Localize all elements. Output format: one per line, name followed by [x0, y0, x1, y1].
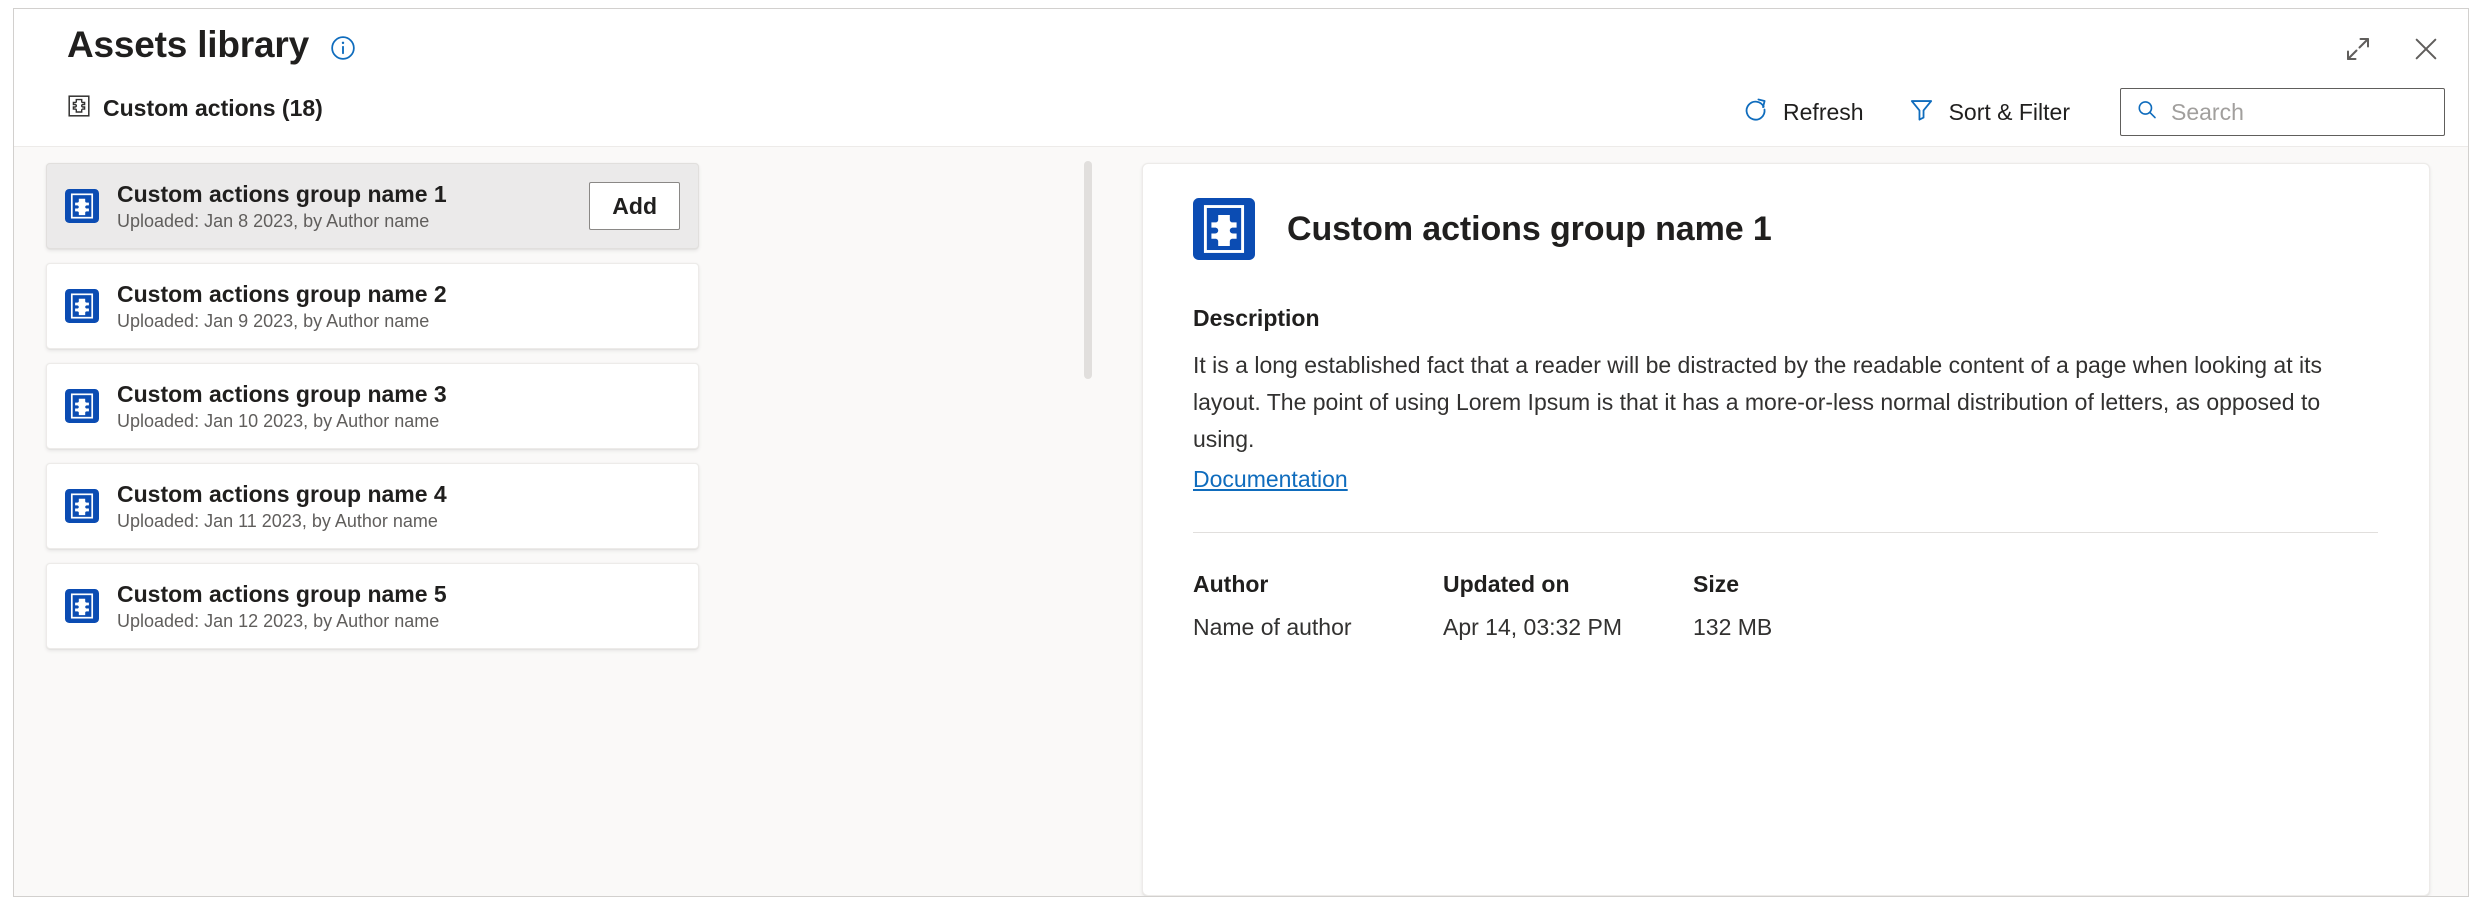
close-button[interactable]: [2404, 27, 2448, 71]
author-value: Name of author: [1193, 614, 1443, 641]
dialog-titlebar: Assets library: [14, 9, 2468, 77]
list-item[interactable]: Custom actions group name 3 Uploaded: Ja…: [46, 363, 699, 449]
list-item-meta: Uploaded: Jan 9 2023, by Author name: [117, 311, 429, 331]
detail-card: Custom actions group name 1 Description …: [1142, 163, 2430, 896]
window-controls: [2336, 27, 2448, 71]
list-item-meta: Uploaded: Jan 11 2023, by Author name: [117, 511, 438, 531]
search-input[interactable]: [2171, 99, 2467, 126]
search-icon: [2135, 98, 2159, 127]
list-item-name: Custom actions group name 2: [117, 281, 447, 307]
refresh-label: Refresh: [1783, 99, 1864, 126]
title-group: Assets library: [67, 23, 357, 67]
updated-on-label: Updated on: [1443, 571, 1693, 598]
updated-on-value: Apr 14, 03:32 PM: [1443, 614, 1693, 641]
list-item-name: Custom actions group name 4: [117, 481, 447, 507]
list-item[interactable]: Custom actions group name 4 Uploaded: Ja…: [46, 463, 699, 549]
filter-icon: [1908, 96, 1935, 129]
breadcrumb: Custom actions (18): [67, 94, 323, 123]
dialog-body: Custom actions group name 1 Uploaded: Ja…: [14, 147, 2468, 896]
expand-button[interactable]: [2336, 27, 2380, 71]
list-item[interactable]: Custom actions group name 2 Uploaded: Ja…: [46, 263, 699, 349]
list-item-text: Custom actions group name 4 Uploaded: Ja…: [117, 479, 680, 533]
detail-metadata: Author Updated on Size Name of author Ap…: [1193, 571, 2379, 641]
refresh-button[interactable]: Refresh: [1720, 88, 1886, 136]
list-item-text: Custom actions group name 1 Uploaded: Ja…: [117, 179, 589, 233]
description-text: It is a long established fact that a rea…: [1193, 347, 2353, 458]
add-button[interactable]: Add: [589, 182, 680, 230]
assets-list-pane: Custom actions group name 1 Uploaded: Ja…: [14, 147, 1127, 896]
list-item-meta: Uploaded: Jan 8 2023, by Author name: [117, 211, 429, 231]
list-item-text: Custom actions group name 2 Uploaded: Ja…: [117, 279, 680, 333]
search-box[interactable]: [2120, 88, 2445, 136]
custom-action-icon: [65, 389, 99, 423]
list-scrollbar[interactable]: [1084, 161, 1092, 815]
sort-filter-label: Sort & Filter: [1949, 99, 2070, 126]
custom-action-icon: [65, 189, 99, 223]
list-item-text: Custom actions group name 5 Uploaded: Ja…: [117, 579, 680, 633]
list-item[interactable]: Custom actions group name 5 Uploaded: Ja…: [46, 563, 699, 649]
custom-action-icon: [65, 589, 99, 623]
custom-action-icon: [65, 289, 99, 323]
toolbar: Custom actions (18) Refresh Sort: [14, 77, 2468, 147]
custom-action-icon: [1193, 198, 1255, 260]
author-label: Author: [1193, 571, 1443, 598]
refresh-icon: [1742, 96, 1769, 129]
sort-filter-button[interactable]: Sort & Filter: [1886, 88, 2092, 136]
detail-title: Custom actions group name 1: [1287, 210, 1772, 249]
info-circle-icon[interactable]: [329, 34, 357, 62]
size-value: 132 MB: [1693, 614, 1943, 641]
list-item-text: Custom actions group name 3 Uploaded: Ja…: [117, 379, 680, 433]
puzzle-square-icon: [67, 94, 91, 123]
assets-library-dialog: Assets library: [13, 8, 2469, 897]
detail-divider: [1193, 532, 2378, 533]
size-label: Size: [1693, 571, 1943, 598]
detail-pane: Custom actions group name 1 Description …: [1127, 147, 2468, 896]
list-item-name: Custom actions group name 1: [117, 181, 447, 207]
list-item-name: Custom actions group name 5: [117, 581, 447, 607]
detail-header: Custom actions group name 1: [1193, 198, 2379, 260]
list-item-name: Custom actions group name 3: [117, 381, 447, 407]
documentation-link[interactable]: Documentation: [1193, 462, 1348, 496]
breadcrumb-label: Custom actions (18): [103, 95, 323, 122]
list-item[interactable]: Custom actions group name 1 Uploaded: Ja…: [46, 163, 699, 249]
toolbar-actions: Refresh Sort & Filter: [1720, 88, 2445, 136]
list-scrollbar-thumb[interactable]: [1084, 161, 1092, 379]
page-title: Assets library: [67, 23, 309, 67]
list-item-meta: Uploaded: Jan 12 2023, by Author name: [117, 611, 439, 631]
custom-action-icon: [65, 489, 99, 523]
description-heading: Description: [1193, 305, 2379, 332]
list-item-meta: Uploaded: Jan 10 2023, by Author name: [117, 411, 439, 431]
